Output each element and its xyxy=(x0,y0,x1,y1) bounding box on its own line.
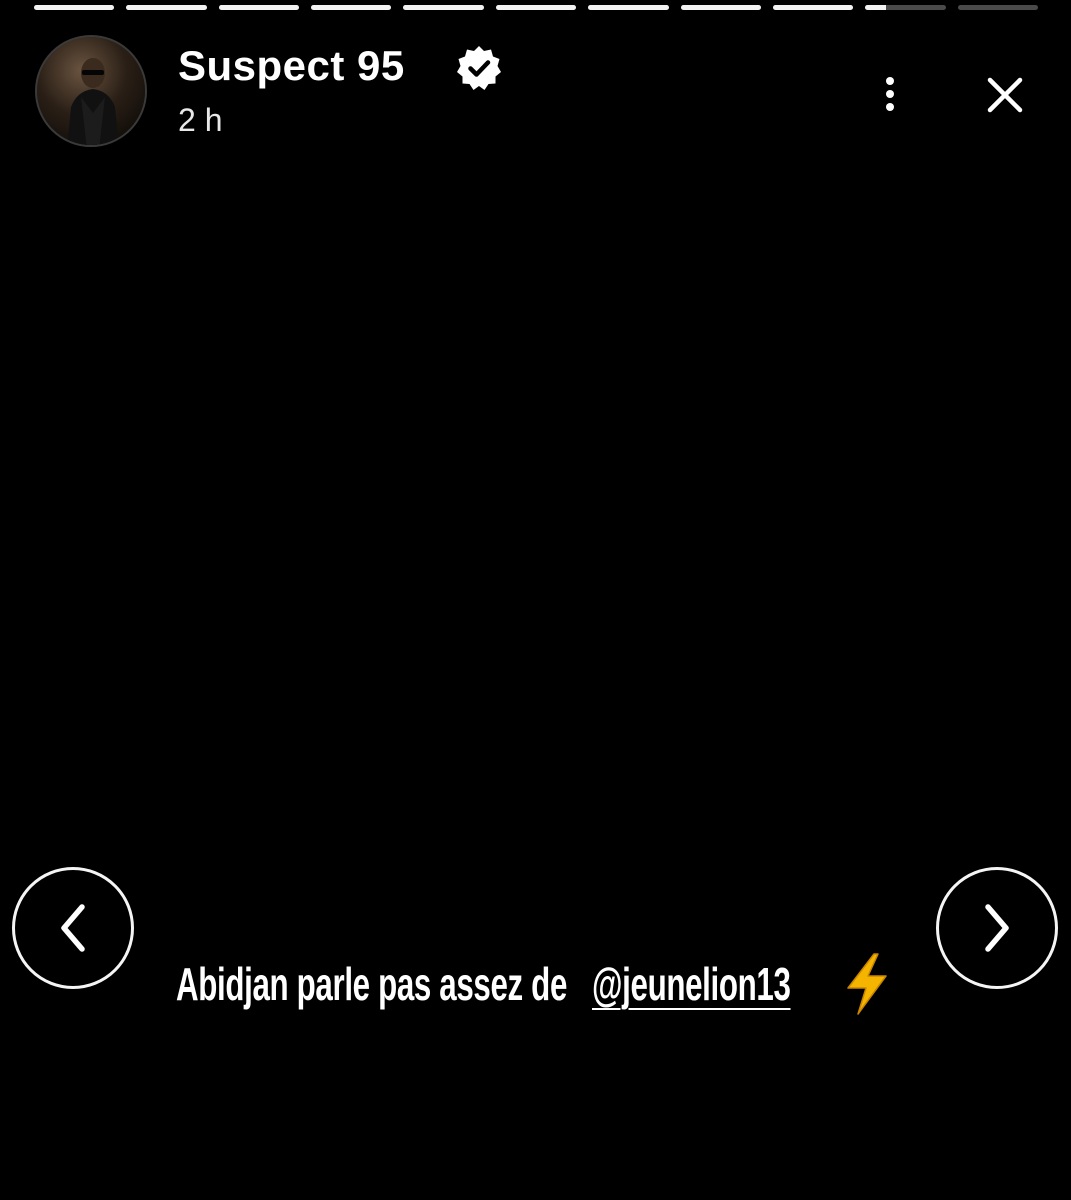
progress-segment xyxy=(680,5,761,10)
verified-badge-icon xyxy=(457,46,501,90)
progress-segment-fill xyxy=(34,5,115,10)
avatar-photo xyxy=(37,37,145,145)
progress-segment xyxy=(772,5,854,10)
post-time: 2 h xyxy=(178,102,223,138)
progress-segment xyxy=(34,5,115,10)
story-caption: Abidjan parle pas assez de @jeunelion13 xyxy=(176,952,894,1016)
next-story-button[interactable] xyxy=(936,867,1058,989)
more-vertical-icon xyxy=(886,77,894,111)
more-options-button[interactable] xyxy=(868,72,912,116)
progress-segment xyxy=(588,5,669,10)
caption-text: Abidjan parle pas assez de xyxy=(176,958,568,1010)
progress-segment-fill xyxy=(865,5,887,10)
avatar[interactable] xyxy=(35,35,147,147)
close-button[interactable] xyxy=(980,70,1030,120)
progress-segment xyxy=(311,5,392,10)
chevron-left-icon xyxy=(61,904,85,952)
progress-segment-fill xyxy=(495,5,577,10)
chevron-right-icon xyxy=(985,904,1009,952)
progress-segment-fill xyxy=(218,5,300,10)
progress-segment xyxy=(957,5,1038,10)
progress-segment xyxy=(218,5,300,10)
progress-segment-fill xyxy=(588,5,669,10)
progress-segment xyxy=(403,5,484,10)
progress-segment xyxy=(126,5,207,10)
progress-segment-fill xyxy=(680,5,761,10)
progress-segment-fill xyxy=(311,5,392,10)
story-progress-bar xyxy=(34,5,1038,10)
previous-story-button[interactable] xyxy=(12,867,134,989)
lightning-bolt-icon xyxy=(847,953,887,1015)
progress-segment-fill xyxy=(772,5,854,10)
author-name[interactable]: Suspect 95 xyxy=(178,42,405,90)
progress-segment xyxy=(495,5,577,10)
progress-segment-fill xyxy=(403,5,484,10)
mention-link[interactable]: @jeunelion13 xyxy=(592,957,791,1011)
progress-segment xyxy=(865,5,946,10)
close-icon xyxy=(987,77,1023,113)
progress-segment-fill xyxy=(126,5,207,10)
